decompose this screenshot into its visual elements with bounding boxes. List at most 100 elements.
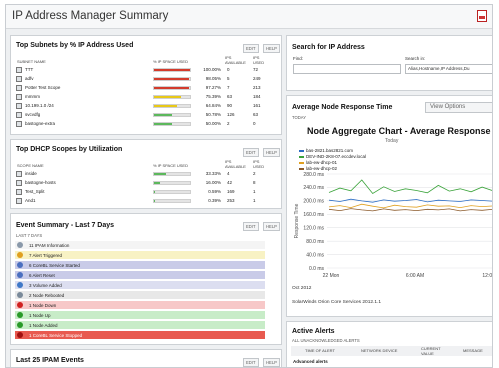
subnet-name[interactable]: adfv bbox=[25, 76, 34, 81]
events-edit-button[interactable]: EDIT bbox=[243, 222, 259, 231]
scope-available: 253 bbox=[227, 198, 235, 203]
subnet-usage-bar bbox=[153, 113, 191, 117]
subnet-available: 126 bbox=[227, 112, 235, 117]
event-row[interactable]: 2 Node Rebooted bbox=[15, 291, 265, 299]
scope-usage-bar bbox=[153, 181, 191, 185]
ipam-events-panel: Last 25 IPAM Events EDIT HELP bbox=[10, 349, 282, 367]
dhcp-scopes-panel: Top DHCP Scopes by Utilization EDIT HELP… bbox=[10, 139, 282, 209]
search-in-label: Search in: bbox=[405, 56, 426, 61]
y-tick-label: 200.0 ms bbox=[303, 199, 324, 205]
event-text: 6 Alert Reset bbox=[29, 272, 55, 278]
response-footer: SolarWinds Orion Core Services 2012.1.1 bbox=[292, 300, 382, 305]
events-help-button[interactable]: HELP bbox=[263, 222, 280, 231]
subnet-icon bbox=[16, 121, 22, 127]
scope-name[interactable]: bastogne-hosts bbox=[25, 180, 56, 185]
event-row[interactable]: 1 CoreBL Service Stopped bbox=[15, 331, 265, 339]
scope-row[interactable]: And1 0.39% 253 1 bbox=[15, 197, 265, 206]
dhcp-help-button[interactable]: HELP bbox=[263, 148, 280, 157]
subnet-usage-fill bbox=[154, 87, 190, 89]
subnet-usage-fill bbox=[154, 114, 173, 116]
event-row[interactable]: 1 Node Added bbox=[15, 321, 265, 329]
event-row[interactable]: 1 Node Up bbox=[15, 311, 265, 319]
event-row[interactable]: 7 Alert Triggered bbox=[15, 251, 265, 259]
scope-row[interactable]: inside 33.33% 4 2 bbox=[15, 170, 265, 179]
subnet-usage-bar bbox=[153, 95, 191, 99]
scope-row[interactable]: bastogne-hosts 16.00% 42 8 bbox=[15, 179, 265, 188]
response-chart: 280.0 ms 240.0 ms 200.0 ms 160.0 ms 120.0 ms… bbox=[294, 172, 493, 279]
subnet-row[interactable]: Potter Test Scope 97.27% 7 213 bbox=[15, 84, 265, 93]
ipam-events-help-button[interactable]: HELP bbox=[263, 358, 280, 367]
subnet-available: 63 bbox=[227, 94, 233, 99]
event-row[interactable]: 11 IPAM Information bbox=[15, 241, 265, 249]
ipam-events-edit-button[interactable]: EDIT bbox=[243, 358, 259, 367]
scope-used: 2 bbox=[253, 171, 256, 176]
subnet-row[interactable]: bastogne-extra 50.00% 2 0 bbox=[15, 120, 265, 129]
subnet-pct-header: % IP SPACE USED bbox=[153, 59, 188, 64]
event-type-icon bbox=[17, 322, 23, 328]
y-tick-label: 160.0 ms bbox=[303, 212, 324, 218]
subnet-used: 0 bbox=[253, 121, 256, 126]
subnet-name[interactable]: 10.199.1.0 /24 bbox=[25, 103, 54, 108]
legend-label: DEV-IND-2K8-07.eccdev.local bbox=[306, 154, 366, 159]
scope-name[interactable]: And1 bbox=[25, 198, 36, 203]
scope-available: 4 bbox=[227, 171, 230, 176]
subnet-row[interactable]: 10.199.1.0 /24 64.84% 90 161 bbox=[15, 102, 265, 111]
subnet-row[interactable]: adfv 98.05% 5 249 bbox=[15, 75, 265, 84]
view-options-button[interactable]: View Options bbox=[425, 102, 492, 113]
find-label: Find: bbox=[293, 56, 304, 61]
subnet-available: 0 bbox=[227, 67, 230, 72]
legend-swatch bbox=[299, 155, 304, 158]
x-tick-label: 12:00 P bbox=[482, 273, 493, 279]
subnet-name[interactable]: mmmm bbox=[25, 94, 40, 99]
dhcp-edit-button[interactable]: EDIT bbox=[243, 148, 259, 157]
subnets-edit-button[interactable]: EDIT bbox=[243, 44, 259, 53]
y-tick-label: 40.0 ms bbox=[306, 252, 324, 258]
scope-pct-header: % IP SPACE USED bbox=[153, 163, 188, 168]
event-text: 1 Node Added bbox=[29, 322, 58, 328]
event-text: 1 Node Down bbox=[29, 302, 57, 308]
subnet-pct: 97.27% bbox=[205, 85, 221, 90]
scope-pct: 33.33% bbox=[205, 171, 221, 176]
event-row[interactable]: 6 Alert Reset bbox=[15, 271, 265, 279]
scope-name[interactable]: inside bbox=[25, 171, 37, 176]
event-row[interactable]: 6 CoreBL Service Started bbox=[15, 261, 265, 269]
subnet-usage-bar bbox=[153, 68, 191, 72]
subnets-help-button[interactable]: HELP bbox=[263, 44, 280, 53]
top-subnets-title: Top Subnets by % IP Address Used bbox=[16, 42, 134, 49]
subnet-name[interactable]: TTT bbox=[25, 67, 33, 72]
scope-pct: 0.39% bbox=[208, 198, 221, 203]
scope-used: 8 bbox=[253, 180, 256, 185]
x-tick-label: 6:00 AM bbox=[406, 273, 424, 279]
subnet-row[interactable]: mmmm 75.39% 63 184 bbox=[15, 93, 265, 102]
subnet-row[interactable]: svcvdfg 50.78% 126 63 bbox=[15, 111, 265, 120]
ipam-events-title: Last 25 IPAM Events bbox=[16, 357, 84, 364]
alerts-subtitle: ALL UNACKNOWLEDGED ALERTS bbox=[292, 338, 360, 343]
response-title: Average Node Response Time bbox=[292, 104, 393, 111]
legend-item: DEV-IND-2K8-07.eccdev.local bbox=[299, 154, 366, 159]
scope-name[interactable]: Test_Split bbox=[25, 189, 45, 194]
subnet-name[interactable]: bastogne-extra bbox=[25, 121, 55, 126]
pdf-icon[interactable] bbox=[477, 10, 487, 22]
event-row[interactable]: 3 Volume Added bbox=[15, 281, 265, 289]
subnet-used: 213 bbox=[253, 85, 261, 90]
event-row[interactable]: 1 Node Down bbox=[15, 301, 265, 309]
scope-row[interactable]: Test_Split 0.59% 169 1 bbox=[15, 188, 265, 197]
event-type-icon bbox=[17, 252, 23, 258]
search-in-input[interactable]: Alias,Hostname,IP Address,Du bbox=[405, 64, 492, 74]
event-type-icon bbox=[17, 292, 23, 298]
subnet-available: 7 bbox=[227, 85, 230, 90]
scope-used: 1 bbox=[253, 189, 256, 194]
alert-message-header: MESSAGE bbox=[463, 348, 483, 353]
subnet-name[interactable]: Potter Test Scope bbox=[25, 85, 60, 90]
event-type-icon bbox=[17, 302, 23, 308]
subnet-row[interactable]: TTT 100.00% 0 72 bbox=[15, 66, 265, 75]
find-input[interactable] bbox=[293, 64, 401, 74]
event-type-icon bbox=[17, 312, 23, 318]
subnet-name[interactable]: svcvdfg bbox=[25, 112, 40, 117]
subnet-icon bbox=[16, 67, 22, 73]
subnet-used: 161 bbox=[253, 103, 261, 108]
series-line bbox=[328, 203, 492, 209]
scope-usage-bar bbox=[153, 199, 191, 203]
scope-icon bbox=[16, 198, 22, 204]
alert-value-header: CURRENT VALUE bbox=[421, 346, 441, 356]
